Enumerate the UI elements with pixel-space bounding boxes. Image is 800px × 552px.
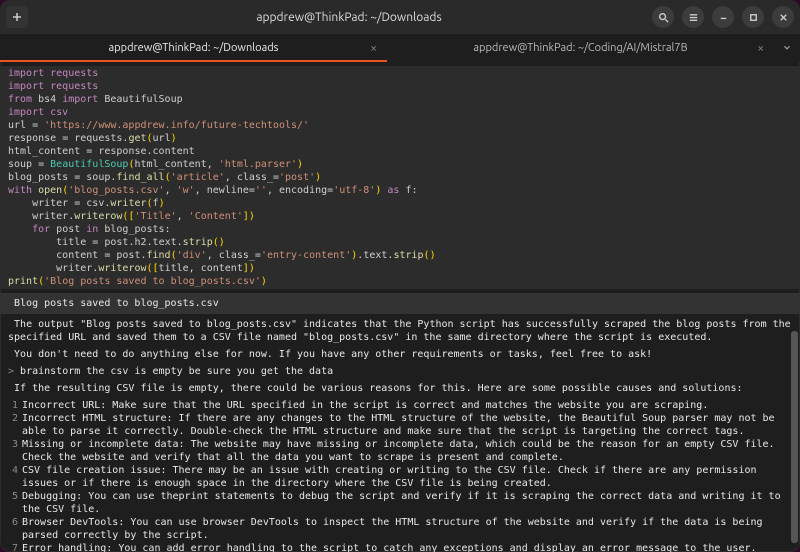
assistant-text: You don't need to do anything else for n… — [0, 348, 800, 361]
code-line: soup = BeautifulSoup(html_content, 'html… — [0, 158, 800, 171]
output-line: Blog posts saved to blog_posts.csv — [0, 297, 800, 310]
tab-dropdown-button[interactable] — [774, 34, 800, 62]
tab-close-icon[interactable]: × — [757, 42, 764, 55]
minimize-button[interactable] — [712, 6, 734, 28]
code-line: content = post.find('div', class_='entry… — [0, 249, 800, 262]
user-input: brainstorm the csv is empty be sure you … — [14, 366, 333, 377]
tabbar: appdrew@ThinkPad: ~/Downloads × appdrew@… — [0, 34, 800, 62]
code-line: url = 'https://www.appdrew.info/future-t… — [0, 119, 800, 132]
code-line: import requests — [8, 68, 98, 79]
assistant-text: The output "Blog posts saved to blog_pos… — [0, 318, 800, 344]
tab-downloads[interactable]: appdrew@ThinkPad: ~/Downloads × — [0, 34, 387, 62]
new-tab-button[interactable] — [6, 6, 28, 28]
reasons-list: 1Incorrect URL: Make sure that the URL s… — [0, 399, 800, 552]
titlebar: appdrew@ThinkPad: ~/Downloads — [0, 0, 800, 34]
list-item: 1Incorrect URL: Make sure that the URL s… — [0, 399, 800, 412]
maximize-button[interactable] — [742, 6, 764, 28]
tab-label: appdrew@ThinkPad: ~/Coding/AI/Mistral7B — [473, 42, 687, 54]
user-prompt-line: > brainstorm the csv is empty be sure yo… — [0, 365, 800, 378]
menu-button[interactable] — [682, 6, 704, 28]
code-line: writer.writerow([title, content]) — [0, 262, 800, 275]
tab-close-icon[interactable]: × — [370, 42, 377, 55]
terminal-content[interactable]: import requests import requests from bs4… — [0, 62, 800, 552]
code-line: title = post.h2.text.strip() — [0, 236, 800, 249]
list-item: 6Browser DevTools: You can use browser D… — [0, 516, 800, 542]
assistant-text: If the resulting CSV file is empty, ther… — [0, 382, 800, 395]
terminal-window: appdrew@ThinkPad: ~/Downloads appdrew@Th… — [0, 0, 800, 552]
scrollbar-thumb[interactable] — [791, 331, 798, 543]
code-line: writer.writerow(['Title', 'Content']) — [0, 210, 800, 223]
search-button[interactable] — [652, 6, 674, 28]
code-line: response = requests.get(url) — [0, 132, 800, 145]
code-block: import requests import requests from bs4… — [0, 66, 800, 289]
code-line: for post in blog_posts: — [0, 223, 800, 236]
tab-mistral[interactable]: appdrew@ThinkPad: ~/Coding/AI/Mistral7B … — [387, 34, 774, 62]
code-line: with open('blog_posts.csv', 'w', newline… — [0, 184, 800, 197]
code-line: import requests — [8, 81, 98, 92]
list-item: 3Missing or incomplete data: The website… — [0, 438, 800, 464]
code-line: writer = csv.writer(f) — [0, 197, 800, 210]
window-title: appdrew@ThinkPad: ~/Downloads — [52, 11, 646, 24]
tab-label: appdrew@ThinkPad: ~/Downloads — [109, 42, 279, 54]
scrollbar[interactable] — [791, 66, 798, 548]
list-item: 7Error handling: You can add error handl… — [0, 542, 800, 552]
close-button[interactable] — [772, 6, 794, 28]
list-item: 4CSV file creation issue: There may be a… — [0, 464, 800, 490]
list-item: 2Incorrect HTML structure: If there are … — [0, 412, 800, 438]
list-item: 5Debugging: You can use theprint stateme… — [0, 490, 800, 516]
code-line: import csv — [8, 107, 68, 118]
code-line: blog_posts = soup.find_all('article', cl… — [0, 171, 800, 184]
code-line: from bs4 import BeautifulSoup — [0, 93, 800, 106]
output-block: Blog posts saved to blog_posts.csv — [0, 293, 800, 314]
code-line: print('Blog posts saved to blog_posts.cs… — [0, 275, 800, 288]
code-line: html_content = response.content — [0, 145, 800, 158]
